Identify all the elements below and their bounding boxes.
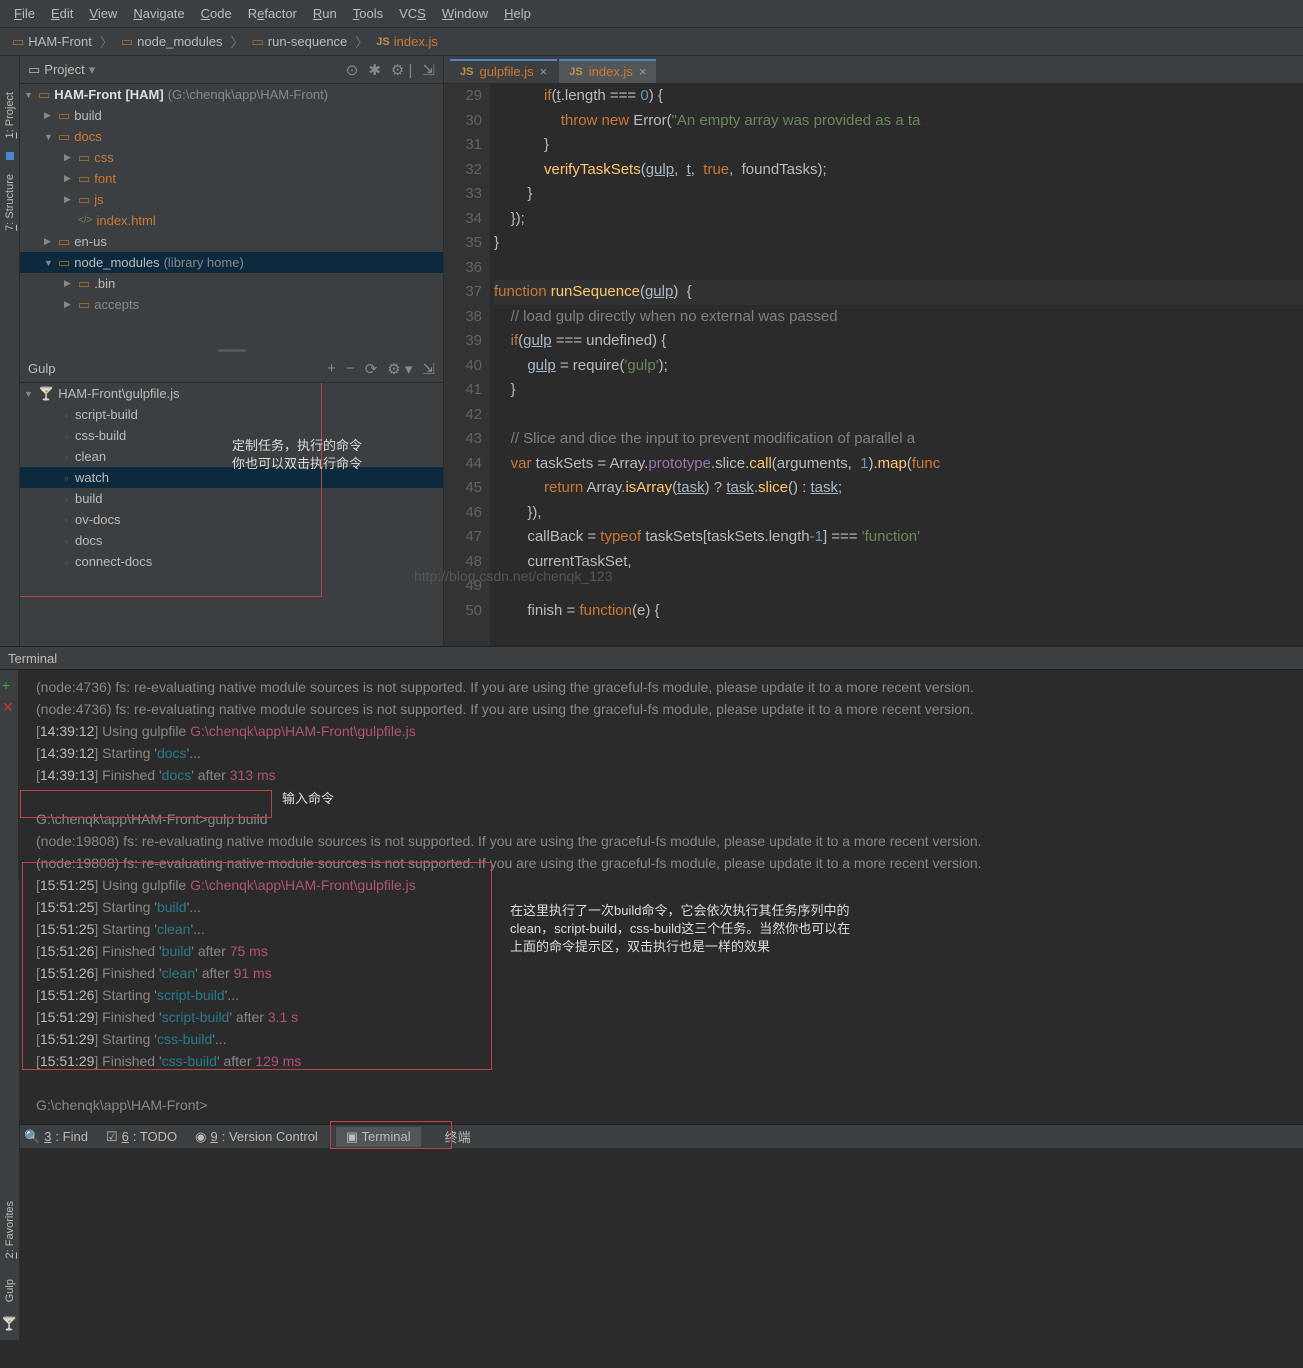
gulp-refresh[interactable]: ⟳ xyxy=(365,360,378,378)
tab-gulpfile[interactable]: JSgulpfile.js× xyxy=(450,59,557,83)
tree-row[interactable]: ▶▭css xyxy=(20,147,443,168)
bottom-terminal[interactable]: ▣ Terminal xyxy=(336,1127,421,1147)
menu-tools[interactable]: Tools xyxy=(347,4,389,23)
menu-refactor[interactable]: Refactor xyxy=(242,4,303,23)
watermark: http://blog.csdn.net/chenqk_123 xyxy=(414,568,612,584)
menu-file[interactable]: File xyxy=(8,4,41,23)
gulpfile-node[interactable]: ▼🍸HAM-Front\gulpfile.js xyxy=(20,383,443,404)
gulp-settings[interactable]: ⚙ ▾ xyxy=(387,360,412,378)
folder-icon: ▭ xyxy=(251,34,263,50)
js-icon: JS xyxy=(569,66,582,78)
menubar: File Edit View Navigate Code Refactor Ru… xyxy=(0,0,1303,28)
folder-icon: ▭ xyxy=(121,34,133,50)
js-icon: JS xyxy=(460,66,473,78)
gulp-hide[interactable]: ⇲ xyxy=(422,360,435,378)
tool-target[interactable]: ⊙ xyxy=(346,61,359,79)
gulp-add[interactable]: + xyxy=(327,360,336,378)
tree-row[interactable]: ▼▭docs xyxy=(20,126,443,147)
menu-view[interactable]: View xyxy=(83,4,123,23)
gulp-task[interactable]: ◦docs xyxy=(20,530,443,551)
terminal-ann-input: 输入命令 xyxy=(282,790,334,808)
gulp-annotation: 定制任务，执行的命令你也可以双击执行命令 xyxy=(232,437,362,473)
project-panel-header: ▭Project ▾ ⊙ ✱ ⚙ | ⇲ xyxy=(20,56,443,84)
project-icon: ▭ xyxy=(28,62,40,78)
folder-icon: ▭ xyxy=(12,34,24,50)
menu-window[interactable]: Window xyxy=(436,4,494,23)
tool-settings[interactable]: ⚙ | xyxy=(391,61,413,79)
add-icon[interactable]: + xyxy=(2,674,10,696)
breadcrumb: ▭HAM-Front〉 ▭node_modules〉 ▭run-sequence… xyxy=(0,28,1303,56)
vtab-favorites[interactable]: 2: Favorites xyxy=(2,1195,18,1264)
tree-row[interactable]: ▶▭.bin xyxy=(20,273,443,294)
gulp-tree[interactable]: ▼🍸HAM-Front\gulpfile.js ◦script-build◦cs… xyxy=(20,383,443,646)
editor-tabs: JSgulpfile.js× JSindex.js× xyxy=(444,56,1303,84)
menu-navigate[interactable]: Navigate xyxy=(127,4,190,23)
gulp-icon: 🍸 xyxy=(1,1316,17,1332)
terminal[interactable]: + ✕ (node:4736) fs: re-evaluating native… xyxy=(0,670,1303,1124)
vtab-project[interactable]: 1: Project xyxy=(2,86,18,144)
left-tool-strip: 1: Project 7: Structure xyxy=(0,56,20,646)
tree-row[interactable]: ▶▭accepts xyxy=(20,294,443,315)
close-icon[interactable]: × xyxy=(540,64,548,79)
code-editor[interactable]: 2930313233343536373839404142434445464748… xyxy=(444,84,1303,646)
gulp-remove[interactable]: − xyxy=(346,360,355,378)
gulp-task[interactable]: ◦script-build xyxy=(20,404,443,425)
menu-run[interactable]: Run xyxy=(307,4,343,23)
close-icon[interactable]: × xyxy=(639,64,647,79)
menu-help[interactable]: Help xyxy=(498,4,537,23)
close-icon[interactable]: ✕ xyxy=(2,696,14,718)
menu-code[interactable]: Code xyxy=(195,4,238,23)
left-tool-strip-bottom: 2: Favorites Gulp 🍸 xyxy=(0,880,20,1340)
gulp-icon: 🍸 xyxy=(38,386,54,402)
terminal-header[interactable]: Terminal xyxy=(0,646,1303,670)
gulp-task[interactable]: ◦build xyxy=(20,488,443,509)
tree-row[interactable]: ▶▭js xyxy=(20,189,443,210)
vtab-gulp[interactable]: Gulp xyxy=(2,1273,18,1308)
bottom-bar: 🔍 3: Find ☑ 6: TODO ◉ 9: Version Control… xyxy=(0,1124,1303,1148)
bc-3[interactable]: JSindex.js xyxy=(372,34,442,49)
gulp-panel-title: Gulp xyxy=(28,361,55,376)
bc-1[interactable]: ▭node_modules xyxy=(117,34,227,50)
project-panel-title: Project xyxy=(44,62,84,77)
tree-row[interactable]: </>index.html xyxy=(20,210,443,231)
tool-scroll[interactable]: ⇲ xyxy=(422,61,435,79)
menu-edit[interactable]: Edit xyxy=(45,4,79,23)
tree-row[interactable]: ▶▭en-us xyxy=(20,231,443,252)
bottom-find[interactable]: 🔍 3: Find xyxy=(24,1129,88,1145)
bottom-extra: 终端 xyxy=(445,1127,471,1146)
bc-0[interactable]: ▭HAM-Front xyxy=(8,34,96,50)
gulp-panel-header: Gulp + − ⟳ ⚙ ▾ ⇲ xyxy=(20,355,443,383)
tree-row[interactable]: ▶▭build xyxy=(20,105,443,126)
bottom-todo[interactable]: ☑ 6: TODO xyxy=(106,1129,177,1145)
js-icon: JS xyxy=(376,36,389,48)
gulp-task[interactable]: ◦ov-docs xyxy=(20,509,443,530)
tool-collapse[interactable]: ✱ xyxy=(368,61,381,79)
menu-vcs[interactable]: VCS xyxy=(393,4,432,23)
tree-row[interactable]: ▼▭node_modules (library home) xyxy=(20,252,443,273)
project-tree[interactable]: ▼▭HAM-Front [HAM] (G:\chenqk\app\HAM-Fro… xyxy=(20,84,443,347)
tree-row[interactable]: ▶▭font xyxy=(20,168,443,189)
tree-root[interactable]: ▼▭HAM-Front [HAM] (G:\chenqk\app\HAM-Fro… xyxy=(20,84,443,105)
bc-2[interactable]: ▭run-sequence xyxy=(247,34,351,50)
bottom-vcs[interactable]: ◉ 9: Version Control xyxy=(195,1129,318,1145)
vtab-structure[interactable]: 7: Structure xyxy=(2,168,18,237)
gulp-task[interactable]: ◦connect-docs xyxy=(20,551,443,572)
terminal-ann-build: 在这里执行了一次build命令，它会依次执行其任务序列中的clean，scrip… xyxy=(510,902,970,956)
tab-index[interactable]: JSindex.js× xyxy=(559,59,656,83)
